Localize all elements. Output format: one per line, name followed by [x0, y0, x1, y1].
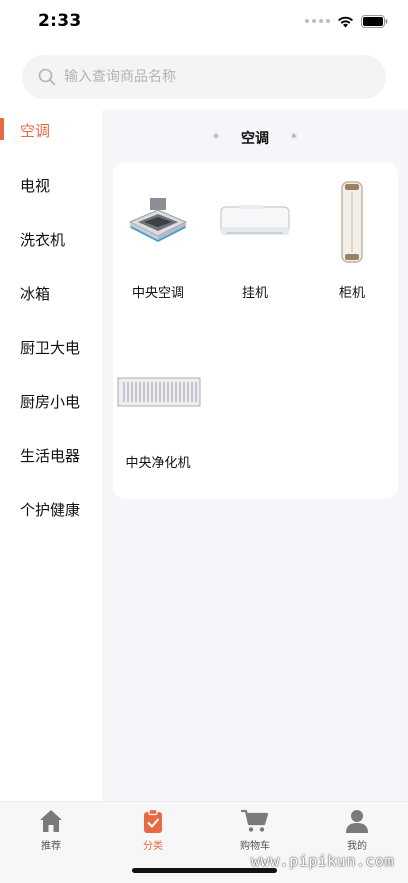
sidebar-item-label: 个护健康 [20, 500, 81, 519]
battery-icon [361, 14, 388, 28]
sidebar-item-kitchen-small[interactable]: 厨房小电 [0, 374, 102, 428]
search-bar[interactable] [22, 55, 386, 99]
sidebar-item-tv[interactable]: 电视 [0, 158, 102, 212]
active-indicator [0, 118, 4, 140]
category-title: 空调 [241, 131, 269, 147]
sidebar-item-label: 电视 [20, 176, 51, 195]
signal-dots-icon [305, 19, 330, 23]
category-content: * 空调 * 中央空调 挂机 柜机 中央净化机 [102, 110, 408, 801]
sidebar-item-kitchen-bath-large[interactable]: 厨卫大电 [0, 320, 102, 374]
sidebar-item-washing-machine[interactable]: 洗衣机 [0, 212, 102, 266]
home-indicator [132, 868, 277, 873]
tab-label: 分类 [143, 841, 163, 852]
status-icons [305, 13, 388, 29]
search-icon [38, 68, 56, 86]
tab-recommend[interactable]: 推荐 [16, 808, 86, 852]
product-label: 柜机 [338, 286, 365, 301]
heading-marker-right: * [291, 131, 297, 145]
search-input[interactable] [64, 69, 364, 85]
product-grid-card: 中央空调 挂机 柜机 中央净化机 [113, 162, 398, 499]
product-label: 中央净化机 [125, 456, 191, 471]
sidebar-item-label: 厨卫大电 [20, 338, 81, 357]
status-time: 2:33 [38, 11, 82, 31]
product-item[interactable]: 柜机 [307, 162, 397, 312]
user-icon [346, 810, 368, 833]
air-purifier-unit-icon [115, 352, 203, 432]
product-label: 挂机 [241, 286, 268, 301]
tab-cart[interactable]: 购物车 [220, 808, 290, 852]
tab-category[interactable]: 分类 [118, 808, 188, 852]
heading-marker-left: * [213, 131, 219, 145]
tab-label: 购物车 [240, 841, 270, 852]
floor-standing-ac-icon [312, 181, 392, 263]
tab-profile[interactable]: 我的 [322, 808, 392, 852]
tab-label: 我的 [347, 841, 367, 852]
cart-icon [241, 809, 269, 832]
sidebar-item-label: 厨房小电 [20, 392, 81, 411]
product-item[interactable]: 中央净化机 [113, 332, 203, 482]
product-label: 中央空调 [131, 286, 184, 301]
sidebar-item-living-appliances[interactable]: 生活电器 [0, 428, 102, 482]
sidebar-item-air-conditioner[interactable]: 空调 [0, 110, 102, 152]
category-clipboard-icon [144, 808, 162, 833]
sidebar-item-label: 生活电器 [20, 446, 81, 465]
product-item[interactable]: 挂机 [210, 162, 300, 312]
sidebar-item-label: 冰箱 [20, 284, 51, 303]
category-sidebar: 空调 电视 洗衣机 冰箱 厨卫大电 厨房小电 生活电器 个护健康 [0, 110, 102, 801]
sidebar-item-label: 空调 [20, 122, 51, 140]
category-heading: * 空调 * [102, 128, 408, 148]
wifi-icon [338, 16, 353, 27]
status-bar: 2:33 [0, 0, 408, 46]
wall-mounted-ac-icon [215, 182, 295, 262]
ceiling-cassette-ac-icon [118, 182, 198, 262]
sidebar-item-fridge[interactable]: 冰箱 [0, 266, 102, 320]
home-icon [40, 810, 62, 832]
sidebar-item-label: 洗衣机 [20, 230, 66, 249]
product-item[interactable]: 中央空调 [113, 162, 203, 312]
tab-label: 推荐 [41, 841, 61, 852]
sidebar-item-personal-care[interactable]: 个护健康 [0, 482, 102, 536]
